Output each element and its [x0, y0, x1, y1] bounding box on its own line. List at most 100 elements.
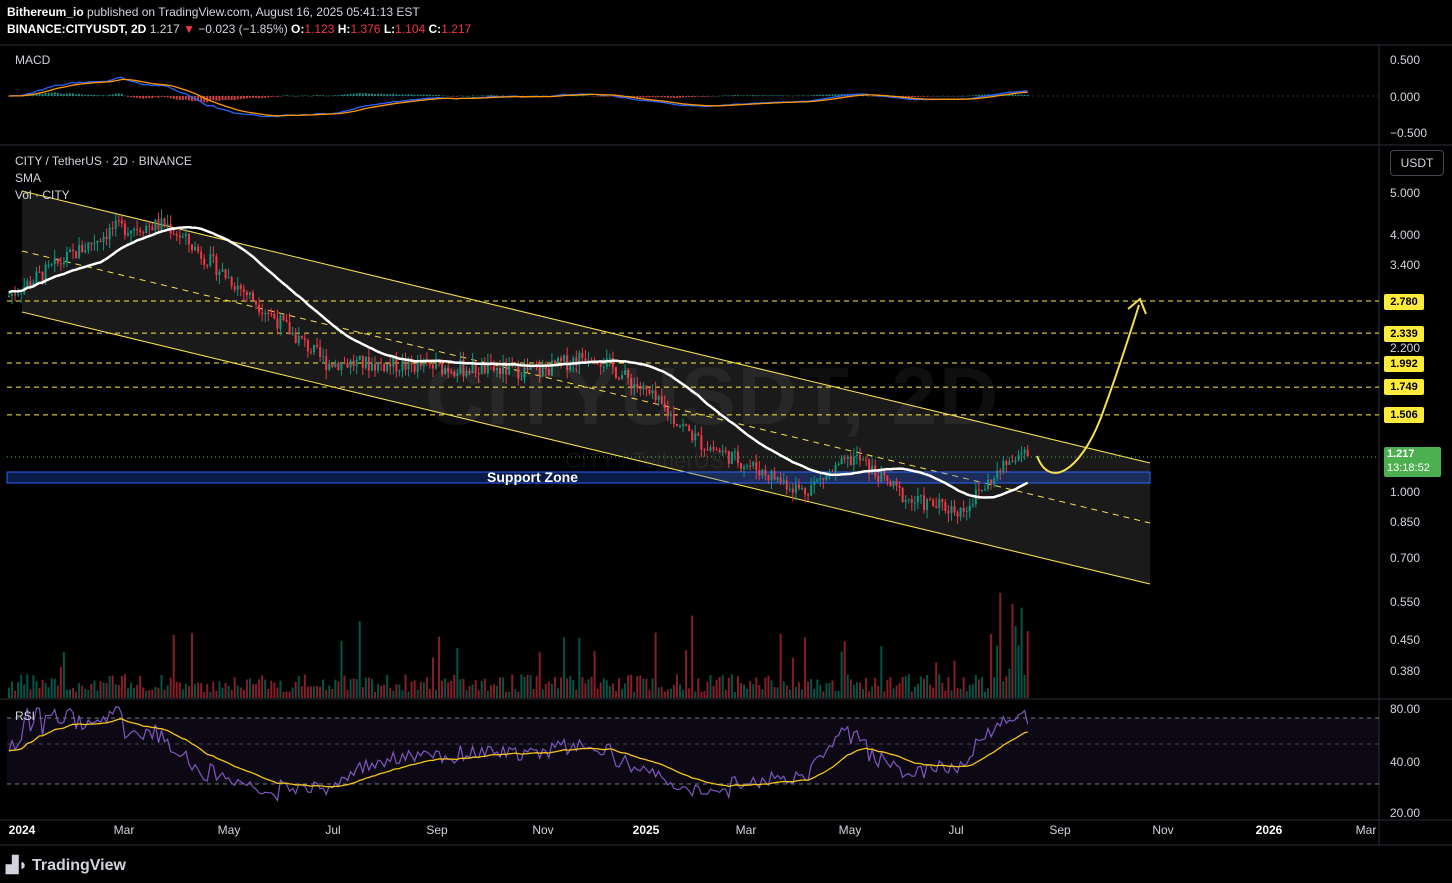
macd-bar [93, 94, 96, 96]
macd-bar [810, 95, 813, 96]
volume-bar [184, 683, 187, 698]
macd-signal-line [9, 78, 1028, 117]
candle-body [779, 477, 782, 483]
macd-bar [477, 95, 480, 97]
macd-bar [919, 96, 922, 97]
macd-bar [675, 96, 678, 98]
volume-bar [679, 684, 681, 698]
volume-bar [932, 687, 935, 698]
rsi-title[interactable]: RSI [15, 709, 35, 723]
macd-bar [358, 92, 361, 96]
volume-bar [23, 684, 26, 698]
volume-bar [868, 691, 871, 698]
sma-title[interactable]: SMA [15, 171, 41, 185]
volume-title[interactable]: Vol · CITY [15, 188, 70, 202]
candle-body [770, 471, 773, 481]
volume-bar [1014, 626, 1017, 698]
candle-body [184, 233, 187, 237]
support-zone-label: Support Zone [487, 469, 578, 485]
volume-bar [102, 682, 105, 698]
volume-bar [29, 689, 32, 698]
macd-bar [929, 96, 932, 97]
candle-body [328, 363, 331, 370]
macd-bar [590, 95, 593, 97]
volume-bar [65, 689, 68, 698]
volume-bar [81, 685, 84, 698]
volume-bar [999, 592, 1002, 698]
candle-body [309, 351, 312, 353]
candle-body [990, 479, 993, 485]
macd-bar [380, 93, 383, 96]
candle-body [364, 356, 367, 368]
macd-bar [102, 95, 105, 96]
main-title[interactable]: CITY / TetherUS · 2D · BINANCE [15, 154, 192, 168]
volume-bar [224, 683, 227, 698]
macd-bar [672, 96, 675, 98]
macd-bar [227, 96, 230, 100]
candle-body [56, 258, 59, 264]
volume-bar [947, 677, 950, 698]
volume-bar [343, 675, 346, 698]
macd-bar [596, 96, 599, 97]
price-axis[interactable]: 0.500 0.000 −0.500 5.000 4.000 3.400 2.2… [1380, 0, 1452, 845]
macd-bar [41, 93, 44, 96]
tradingview-logo[interactable]: ▟◗ TradingView [6, 855, 126, 875]
volume-bar [99, 681, 102, 698]
volume-bar [361, 686, 364, 698]
volume-bar [953, 660, 956, 698]
volume-bar [825, 683, 828, 698]
macd-bar [270, 96, 273, 97]
candle-body [938, 499, 941, 508]
candle-body [224, 269, 227, 278]
volume-bar [852, 684, 855, 698]
macd-bar [56, 92, 59, 96]
candle-body [248, 292, 251, 296]
volume-bar [441, 680, 444, 698]
volume-bar [874, 677, 877, 698]
macd-bar [319, 95, 322, 96]
macd-bar [59, 93, 62, 96]
macd-bar [352, 93, 355, 96]
volume-bar [267, 688, 270, 698]
volume-bar [175, 681, 178, 698]
candle-body [108, 227, 111, 240]
candle-body [319, 346, 322, 357]
candle-body [105, 236, 108, 240]
volume-bar [340, 640, 343, 698]
rsi-tick: 80.00 [1390, 702, 1421, 716]
volume-bar [178, 682, 181, 698]
candle-body [69, 249, 71, 253]
macd-bar [746, 95, 749, 96]
macd-bar [663, 96, 666, 98]
volume-bar [133, 687, 136, 698]
macd-bar [245, 96, 248, 99]
volume-bar [569, 676, 572, 698]
candle-body [282, 315, 285, 320]
candle-body [804, 488, 807, 495]
macd-bar [916, 96, 919, 97]
time-tick: Nov [1152, 823, 1174, 837]
volume-bar [32, 675, 35, 698]
macd-bar [459, 95, 462, 97]
candle-body [270, 313, 273, 315]
macd-bar [90, 94, 93, 96]
candle-body [331, 363, 334, 367]
volume-bar [749, 680, 752, 698]
volume-bar [328, 685, 331, 698]
candle-body [355, 359, 358, 366]
candle-body [380, 362, 383, 364]
volume-bar [154, 686, 157, 698]
volume-bar [273, 682, 276, 698]
volume-bar [319, 686, 322, 698]
volume-bar [633, 691, 636, 698]
volume-bar [755, 677, 758, 698]
volume-bar [35, 681, 38, 698]
volume-bar [523, 676, 526, 698]
macd-bar [816, 94, 819, 96]
volume-bar [145, 690, 148, 698]
volume-bar [264, 679, 267, 698]
volume-bar [370, 678, 373, 698]
volume-bar [797, 682, 800, 698]
macd-bar [355, 93, 358, 96]
candle-body [294, 332, 297, 344]
